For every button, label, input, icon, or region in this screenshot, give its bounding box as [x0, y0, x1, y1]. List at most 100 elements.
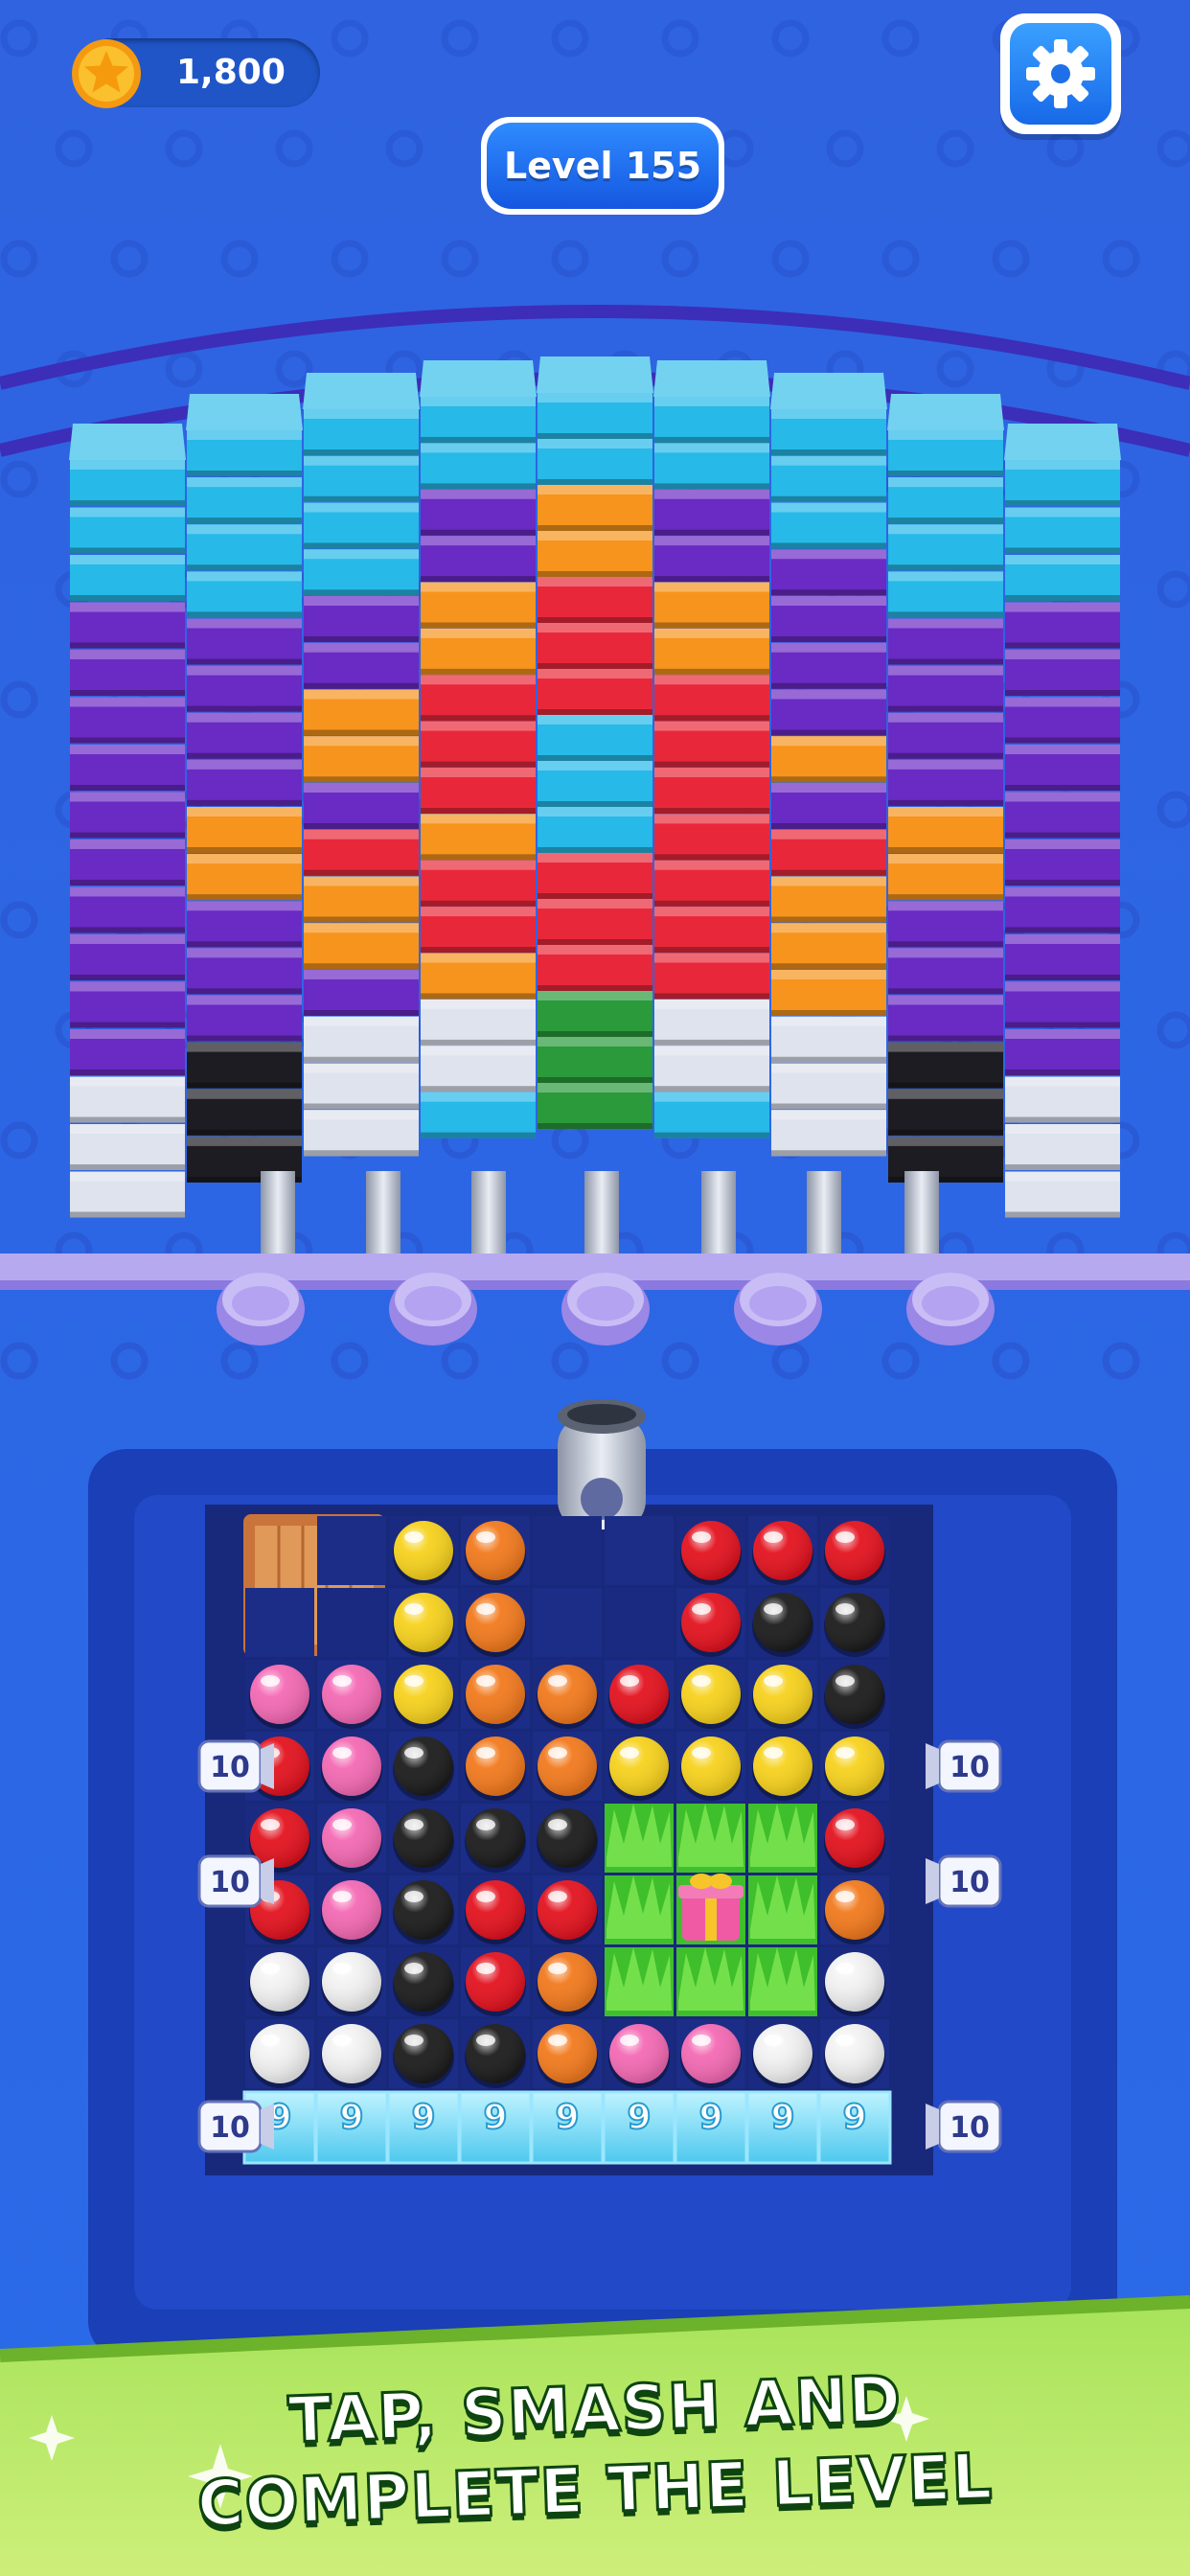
ice-block[interactable]: 9	[458, 2090, 533, 2165]
ball[interactable]	[680, 1593, 742, 1657]
ball-board[interactable]: 999999999	[242, 1514, 892, 2165]
ball[interactable]	[465, 1593, 526, 1657]
brick-shadow	[538, 985, 652, 991]
promo-text: TAP, SMASH AND COMPLETE THE LEVEL	[0, 2348, 1190, 2559]
ball[interactable]	[393, 1521, 454, 1585]
brick-highlight	[888, 477, 1003, 488]
ball[interactable]	[249, 2024, 310, 2088]
ice-block[interactable]: 9	[745, 2090, 820, 2165]
ball[interactable]	[824, 1665, 885, 1729]
brick-shadow	[304, 1010, 419, 1016]
ball[interactable]	[393, 1593, 454, 1657]
brick-highlight	[421, 675, 536, 685]
ice-block[interactable]: 9	[386, 2090, 461, 2165]
brick-highlight	[304, 642, 419, 653]
ball[interactable]	[465, 1736, 526, 1801]
ball[interactable]	[752, 1521, 813, 1585]
ball[interactable]	[537, 1808, 598, 1873]
ball[interactable]	[249, 1665, 310, 1729]
brick-shadow	[538, 1123, 652, 1129]
ball[interactable]	[321, 1736, 382, 1801]
brick-highlight	[888, 712, 1003, 723]
ball[interactable]	[680, 1521, 742, 1585]
ball[interactable]	[465, 2024, 526, 2088]
ice-block[interactable]: 9	[530, 2090, 605, 2165]
ball[interactable]	[537, 1952, 598, 2016]
brick-shadow	[187, 518, 302, 524]
ball[interactable]	[465, 1521, 526, 1585]
ball[interactable]	[752, 1593, 813, 1657]
brick-top	[303, 373, 420, 409]
shooter-cannon[interactable]	[558, 1399, 646, 1530]
brick-shadow	[1005, 690, 1120, 696]
ball[interactable]	[465, 1808, 526, 1873]
ball[interactable]	[824, 1593, 885, 1657]
ball[interactable]	[824, 1521, 885, 1585]
ball[interactable]	[752, 2024, 813, 2088]
ball[interactable]	[537, 1665, 598, 1729]
ball[interactable]	[680, 1665, 742, 1729]
ball[interactable]	[465, 1952, 526, 2016]
ball[interactable]	[537, 2024, 598, 2088]
launcher-counter: 10	[926, 1854, 1002, 1908]
brick-highlight	[304, 502, 419, 513]
ball[interactable]	[537, 1880, 598, 1944]
ball[interactable]	[393, 1808, 454, 1873]
brick-highlight	[304, 829, 419, 840]
ball[interactable]	[393, 1665, 454, 1729]
brick-highlight	[654, 397, 769, 406]
pipe	[584, 1171, 619, 1257]
ball[interactable]	[680, 1736, 742, 1801]
ice-block[interactable]: 9	[602, 2090, 676, 2165]
brick-shadow	[304, 1056, 419, 1063]
ice-block[interactable]: 9	[817, 2090, 892, 2165]
brick-highlight	[1005, 1076, 1120, 1087]
brick-shadow	[70, 880, 185, 886]
ball[interactable]	[537, 1736, 598, 1801]
brick-highlight	[421, 443, 536, 453]
brick-shadow	[421, 1132, 536, 1138]
ball[interactable]	[321, 2024, 382, 2088]
ball[interactable]	[321, 1880, 382, 1944]
ball[interactable]	[680, 2024, 742, 2088]
brick-shadow	[70, 785, 185, 791]
settings-button[interactable]	[1000, 13, 1121, 134]
ball[interactable]	[752, 1736, 813, 1801]
ball[interactable]	[608, 1665, 670, 1729]
ball[interactable]	[752, 1665, 813, 1729]
ball[interactable]	[321, 1952, 382, 2016]
brick-shadow	[888, 941, 1003, 948]
level-indicator: Level 155	[481, 117, 724, 215]
ball[interactable]	[465, 1665, 526, 1729]
brick-shadow	[1005, 737, 1120, 744]
brick-highlight	[771, 642, 886, 653]
ball[interactable]	[393, 2024, 454, 2088]
ball[interactable]	[249, 1952, 310, 2016]
ball[interactable]	[824, 1736, 885, 1801]
brick-highlight	[538, 1083, 652, 1092]
brick-shadow	[654, 483, 769, 490]
brick-shadow	[888, 894, 1003, 901]
brick-highlight	[1005, 840, 1120, 849]
brick-shadow	[771, 636, 886, 642]
brick-shadow	[771, 729, 886, 736]
brick-highlight	[1005, 555, 1120, 564]
ice-block[interactable]: 9	[674, 2090, 748, 2165]
ball[interactable]	[608, 2024, 670, 2088]
ball[interactable]	[321, 1665, 382, 1729]
ball[interactable]	[393, 1880, 454, 1944]
ice-block[interactable]: 9	[314, 2090, 389, 2165]
ball[interactable]	[824, 1880, 885, 1944]
brick-shadow	[654, 1132, 769, 1138]
ball[interactable]	[393, 1952, 454, 2016]
ball[interactable]	[824, 1808, 885, 1873]
brick-shadow	[771, 963, 886, 970]
brick-shadow	[70, 690, 185, 696]
ball[interactable]	[465, 1880, 526, 1944]
brick-shadow	[1005, 927, 1120, 933]
ball[interactable]	[608, 1736, 670, 1801]
ball[interactable]	[824, 1952, 885, 2016]
ball[interactable]	[321, 1808, 382, 1873]
ball[interactable]	[824, 2024, 885, 2088]
ball[interactable]	[393, 1736, 454, 1801]
